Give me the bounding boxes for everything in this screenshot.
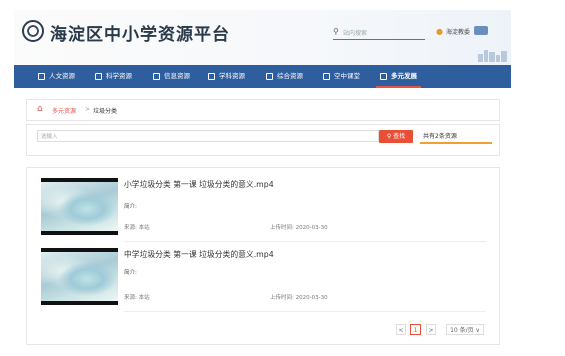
- page: 海淀区中小学资源平台 ⚲ 站内搜索 ● 海淀教委 人文资源 科学资源 信息资源 学…: [0, 0, 565, 356]
- resource-source: 来源: 本站: [124, 295, 150, 301]
- resource-list: 小学垃圾分类 第一课 垃圾分类的意义.mp4 简介: 来源: 本站 上传时间: …: [26, 167, 500, 345]
- nav-item-label: 多元发展: [391, 72, 417, 80]
- book-icon: [38, 72, 45, 80]
- resource-upload-time: 上传时间: 2020-03-30: [270, 295, 328, 301]
- result-count: 共有2条资源: [423, 133, 457, 140]
- page-size-select[interactable]: 10 条/页 ∨: [446, 324, 484, 335]
- thumbnail-image: [41, 182, 118, 231]
- nav-item-label: 综合资源: [277, 72, 303, 80]
- video-thumbnail[interactable]: [41, 248, 118, 305]
- nav-item-subjects[interactable]: 学科资源: [208, 65, 245, 88]
- list-item[interactable]: 中学垃圾分类 第一课 垃圾分类的意义.mp4 简介: 来源: 本站 上传时间: …: [27, 238, 499, 312]
- breadcrumb-current: 垃圾分类: [93, 108, 118, 115]
- nav-item-information[interactable]: 信息资源: [153, 65, 190, 88]
- item-divider: [124, 311, 486, 312]
- flask-icon: [95, 72, 102, 80]
- site-title[interactable]: 海淀区中小学资源平台: [50, 20, 230, 45]
- compass-icon: [266, 72, 273, 80]
- resource-source: 来源: 本站: [124, 225, 150, 231]
- page-number-current[interactable]: 1: [410, 324, 421, 335]
- resource-title[interactable]: 中学垃圾分类 第一课 垃圾分类的意义.mp4: [124, 249, 274, 260]
- nav-item-comprehensive[interactable]: 综合资源: [266, 65, 303, 88]
- search-icon[interactable]: ⚲: [333, 27, 339, 36]
- result-count-underline: [420, 142, 492, 144]
- district-emblem-icon: [22, 20, 44, 42]
- resource-upload-time: 上传时间: 2020-03-30: [270, 225, 328, 231]
- nav-item-label: 学科资源: [219, 72, 245, 80]
- home-icon[interactable]: ⌂: [37, 104, 43, 114]
- resource-intro: 简介:: [124, 204, 137, 210]
- main-nav: 人文资源 科学资源 信息资源 学科资源 综合资源 空中课堂 多元发展: [14, 65, 511, 88]
- find-button-label: 查找: [393, 133, 406, 140]
- find-button[interactable]: ⚲ 查找: [379, 130, 413, 143]
- cloud-icon: [323, 72, 330, 80]
- breadcrumb-separator: >: [85, 106, 91, 113]
- video-thumbnail[interactable]: [41, 178, 118, 235]
- user-name[interactable]: 海淀教委: [446, 29, 470, 36]
- resource-search-bar: 选输入 ⚲ 查找 共有2条资源: [26, 124, 500, 156]
- thumbnail-image: [41, 252, 118, 301]
- next-page-button[interactable]: >: [426, 324, 436, 335]
- person-icon: [380, 72, 387, 80]
- nav-item-label: 科学资源: [106, 72, 132, 80]
- resource-search-input[interactable]: 选输入: [37, 130, 379, 142]
- breadcrumb-level1[interactable]: 多元资源: [52, 106, 76, 115]
- prev-page-button[interactable]: <: [396, 324, 406, 335]
- nav-item-label: 人文资源: [49, 72, 75, 80]
- breadcrumb: ⌂ 多元资源 > 垃圾分类: [26, 99, 500, 121]
- resource-title[interactable]: 小学垃圾分类 第一课 垃圾分类的意义.mp4: [124, 179, 274, 190]
- nav-item-science[interactable]: 科学资源: [95, 65, 132, 88]
- resource-intro: 简介:: [124, 270, 137, 276]
- header-search[interactable]: ⚲ 站内搜索: [333, 27, 425, 40]
- bars-icon: [153, 72, 160, 80]
- nav-item-diversified[interactable]: 多元发展: [376, 65, 421, 88]
- list-item[interactable]: 小学垃圾分类 第一课 垃圾分类的意义.mp4 简介: 来源: 本站 上传时间: …: [27, 168, 499, 242]
- nav-item-label: 信息资源: [164, 72, 190, 80]
- nav-item-label: 空中课堂: [334, 72, 360, 80]
- grad-icon: [208, 72, 215, 80]
- skyline-decoration: [478, 50, 508, 62]
- nav-item-humanities[interactable]: 人文资源: [38, 65, 75, 88]
- building-icon[interactable]: [474, 26, 488, 35]
- nav-item-air-classroom[interactable]: 空中课堂: [323, 65, 360, 88]
- header-search-placeholder: 站内搜索: [343, 30, 368, 37]
- user-icon: ●: [436, 27, 443, 36]
- user-account[interactable]: ● 海淀教委: [436, 27, 470, 36]
